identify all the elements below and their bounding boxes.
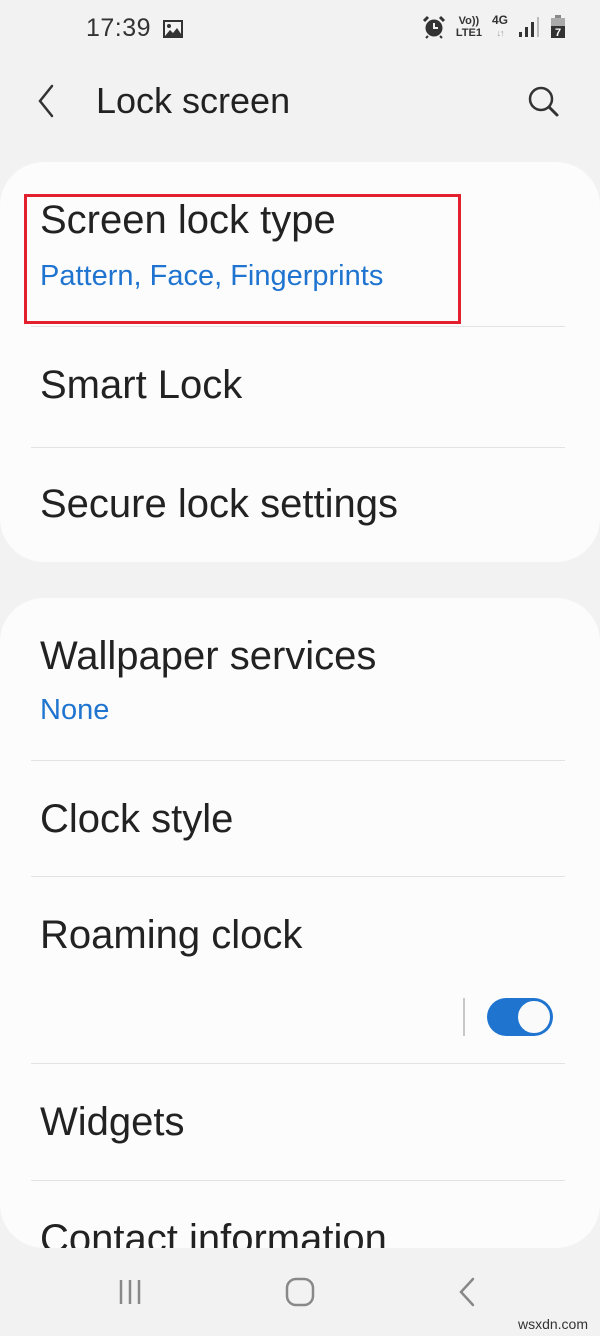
home-button[interactable] <box>270 1270 330 1314</box>
back-button[interactable] <box>32 80 72 124</box>
chevron-left-icon <box>38 84 54 118</box>
battery-charging-icon: 7 <box>551 15 565 39</box>
search-icon <box>528 86 559 117</box>
widgets-item[interactable]: Widgets <box>0 1064 600 1180</box>
item-title: Widgets <box>40 1100 185 1144</box>
smart-lock-item[interactable]: Smart Lock <box>0 327 600 447</box>
security-section: Screen lock type Pattern, Face, Fingerpr… <box>0 162 600 562</box>
toggle-knob <box>516 999 552 1035</box>
item-title: Contact information <box>40 1217 387 1248</box>
watermark: wsxdn.com <box>517 1316 588 1332</box>
gallery-notification-icon <box>163 20 183 38</box>
alarm-icon <box>422 15 445 39</box>
item-title: Roaming clock <box>40 913 303 957</box>
status-time: 17:39 <box>86 14 152 42</box>
status-icons: Vo)) LTE1 4G ↓↑ 7 <box>422 14 566 40</box>
system-back-button[interactable] <box>438 1270 498 1314</box>
signal-icon <box>519 17 539 37</box>
lock-screen-customization-section: Wallpaper services None Clock style Roam… <box>0 598 600 1248</box>
recents-button[interactable] <box>100 1270 160 1314</box>
back-icon <box>459 1277 475 1307</box>
item-title: Screen lock type <box>40 198 336 242</box>
item-title: Wallpaper services <box>40 634 377 678</box>
home-icon <box>285 1277 315 1307</box>
navigation-bar: wsxdn.com <box>0 1250 600 1336</box>
volte-icon: Vo)) LTE1 <box>456 15 482 39</box>
volte-label: Vo)) <box>458 15 480 27</box>
item-title: Clock style <box>40 797 234 841</box>
item-subtitle: None <box>40 694 110 726</box>
search-button[interactable] <box>524 82 564 122</box>
4g-data-icon: 4G ↓↑ <box>492 14 508 40</box>
recents-icon <box>119 1280 141 1304</box>
clock-style-item[interactable]: Clock style <box>0 761 600 876</box>
app-bar: Lock screen <box>0 60 600 150</box>
screen-lock-type-item[interactable]: Screen lock type Pattern, Face, Fingerpr… <box>0 162 600 326</box>
item-title: Smart Lock <box>40 363 243 407</box>
page-title: Lock screen <box>96 80 291 121</box>
data-arrows-icon: ↓↑ <box>496 28 504 38</box>
item-subtitle: Pattern, Face, Fingerprints <box>40 260 384 292</box>
battery-level: 7 <box>555 27 561 39</box>
lte-label: LTE1 <box>455 27 482 39</box>
item-title: Secure lock settings <box>40 482 398 526</box>
secure-lock-settings-item[interactable]: Secure lock settings <box>0 448 600 562</box>
contact-information-item[interactable]: Contact information <box>0 1181 600 1248</box>
wallpaper-services-item[interactable]: Wallpaper services None <box>0 598 600 760</box>
network-type-label: 4G <box>491 13 508 27</box>
roaming-clock-toggle[interactable] <box>487 998 553 1036</box>
status-bar: 17:39 Vo)) LTE1 4G ↓↑ 7 <box>0 0 600 60</box>
toggle-separator <box>463 998 465 1036</box>
